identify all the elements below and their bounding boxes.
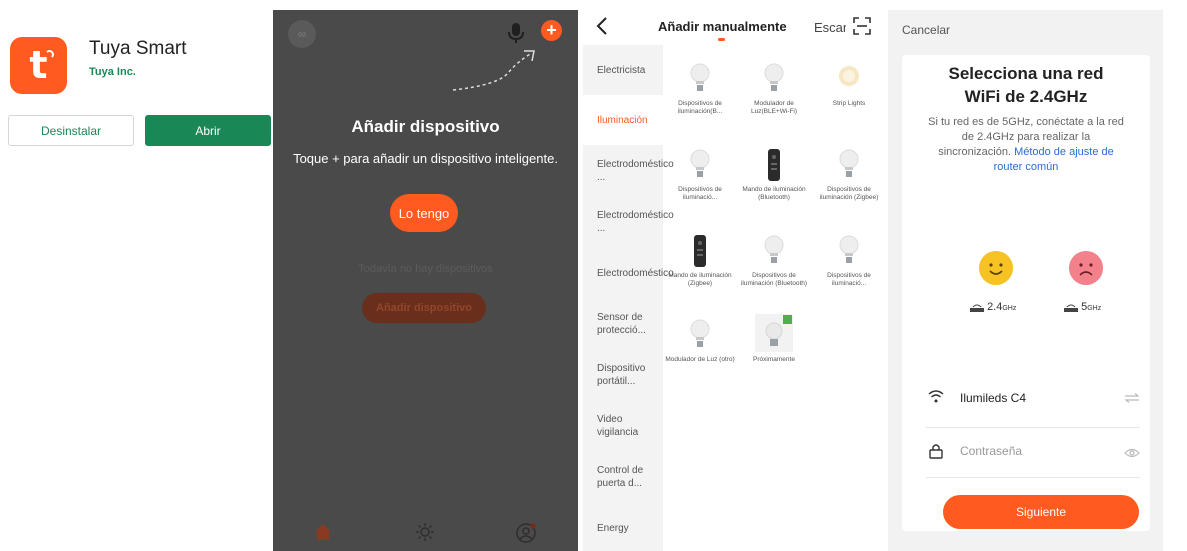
uninstall-button[interactable]: Desinstalar <box>8 115 134 146</box>
category-item[interactable]: Control de puerta d... <box>583 452 663 502</box>
device-tile[interactable]: Mando de iluminación (Bluetooth) <box>738 148 810 202</box>
device-tile[interactable]: Dispositivos de iluminación (Bluetooth) <box>738 234 810 288</box>
add-device-button[interactable]: Añadir dispositivo <box>362 293 486 323</box>
open-button[interactable]: Abrir <box>145 115 271 146</box>
router-icon <box>970 304 984 312</box>
onboarding-subtitle: Toque + para añadir un dispositivo intel… <box>293 151 558 166</box>
back-chevron-icon[interactable] <box>595 15 609 37</box>
router-icon <box>1064 304 1078 312</box>
device-tile[interactable]: Strip Lights <box>813 62 885 108</box>
app-name: Tuya Smart <box>89 38 187 59</box>
device-tile[interactable]: Mando de iluminación (Zigbee) <box>664 234 736 288</box>
scan-icon[interactable] <box>853 17 871 35</box>
category-item[interactable]: Electricista <box>583 45 663 95</box>
onboarding-panel: ∞ + Añadir dispositivo Toque + para añad… <box>273 10 578 551</box>
category-item-active[interactable]: Iluminación <box>583 95 663 145</box>
divider <box>926 477 1140 478</box>
onboarding-title: Añadir dispositivo <box>351 117 500 136</box>
device-label: Modulador de Luz(BLE+Wi-Fi) <box>750 100 798 115</box>
store-listing-panel: t Tuya Smart Tuya Inc. Desinstalar Abrir <box>0 0 273 551</box>
light-bulb-icon <box>690 149 710 177</box>
device-label: Mando de iluminación (Bluetooth) <box>742 186 806 201</box>
lock-icon <box>929 444 943 459</box>
device-tile[interactable]: Dispositivos de iluminació... <box>813 234 885 288</box>
developer-link[interactable]: Tuya Inc. <box>89 66 136 78</box>
device-label: Dispositivos de iluminació... <box>678 186 722 201</box>
wifi-icon <box>928 390 944 403</box>
band-unit: GHz <box>1002 305 1017 312</box>
tuya-logo-icon: t <box>10 37 67 94</box>
device-tile[interactable]: Dispositivos de iluminació... <box>664 148 736 202</box>
device-tile[interactable]: Dispositivos de iluminación(B... <box>664 62 736 116</box>
microphone-icon[interactable] <box>507 22 525 44</box>
category-item[interactable]: Electrodoméstico ... <box>583 146 674 196</box>
add-manually-panel: Añadir manualmente Escanear Electricista… <box>578 0 885 551</box>
wifi-card: Selecciona una red WiFi de 2.4GHz Si tu … <box>902 55 1150 531</box>
scene-icon[interactable] <box>415 522 435 542</box>
device-label: Modulador de Luz (otro) <box>665 356 735 363</box>
light-bulb-icon <box>690 63 710 91</box>
light-bulb-icon <box>764 63 784 91</box>
device-tile[interactable]: Próximamente <box>738 314 810 364</box>
device-label: Dispositivos de iluminación (Bluetooth) <box>740 272 808 287</box>
device-label: Próximamente <box>753 356 795 363</box>
band-5ghz: 5GHz <box>1064 301 1101 313</box>
device-tile[interactable]: Dispositivos de iluminación (Zigbee) <box>813 148 885 202</box>
add-device-plus-icon[interactable]: + <box>541 20 562 41</box>
category-item[interactable]: Electrodoméstico ... <box>583 197 674 247</box>
category-item[interactable]: Sensor de protecció... <box>583 299 663 349</box>
light-bulb-icon <box>839 149 859 177</box>
device-tile[interactable]: Modulador de Luz(BLE+Wi-Fi) <box>738 62 810 116</box>
remote-control-icon <box>694 235 706 267</box>
light-bulb-icon <box>764 235 784 263</box>
category-sidebar: Electricista Iluminación Electrodoméstic… <box>583 45 674 551</box>
band-value: 2.4 <box>987 301 1003 313</box>
device-label: Mando de iluminación (Zigbee) <box>668 272 732 287</box>
add-manually-tab[interactable]: Añadir manualmente <box>658 19 787 34</box>
password-input[interactable] <box>960 444 1110 458</box>
eye-icon[interactable] <box>1124 448 1140 458</box>
next-button[interactable]: Siguiente <box>943 495 1139 529</box>
wifi-description: Si tu red es de 5GHz, conéctate a la red… <box>924 115 1128 175</box>
switch-network-icon[interactable] <box>1124 393 1140 403</box>
wifi-ssid-field[interactable]: Ilumileds C4 <box>960 391 1026 405</box>
coming-soon-bulb-icon <box>755 314 793 352</box>
cancel-link[interactable]: Cancelar <box>902 23 950 37</box>
sad-face-icon <box>1069 251 1103 285</box>
band-unit: GHz <box>1087 305 1102 312</box>
hint-arrow-icon <box>452 50 535 91</box>
got-it-button[interactable]: Lo tengo <box>390 194 458 232</box>
category-item[interactable]: Electrodoméstico <box>583 248 674 298</box>
wifi-setup-panel: Cancelar Selecciona una red WiFi de 2.4G… <box>888 10 1163 551</box>
home-selector-icon[interactable]: ∞ <box>288 20 316 48</box>
category-item[interactable]: Energy <box>583 503 663 551</box>
category-item[interactable]: Video vigilancia <box>583 401 663 451</box>
router-help-link[interactable]: Método de ajuste de router común <box>994 146 1114 173</box>
category-item[interactable]: Dispositivo portátil... <box>583 350 663 400</box>
active-tab-indicator <box>718 38 725 41</box>
wifi-title: Selecciona una red WiFi de 2.4GHz <box>948 64 1104 106</box>
device-label: Dispositivos de iluminación(B... <box>677 100 723 115</box>
happy-face-icon <box>979 251 1013 285</box>
strip-light-icon <box>839 66 859 86</box>
device-label: Dispositivos de iluminación (Zigbee) <box>819 186 879 201</box>
home-icon[interactable] <box>313 522 333 542</box>
scan-tab[interactable]: Escanear <box>814 20 846 35</box>
remote-control-icon <box>768 149 780 181</box>
empty-state-text: Todavía no hay dispositivos <box>358 263 493 275</box>
light-bulb-icon <box>839 235 859 263</box>
divider <box>926 427 1140 428</box>
device-label: Dispositivos de iluminació... <box>827 272 871 287</box>
profile-icon[interactable] <box>515 522 537 544</box>
device-label: Strip Lights <box>832 100 866 107</box>
device-tile[interactable]: Modulador de Luz (otro) <box>664 318 736 364</box>
band-2-4ghz: 2.4GHz <box>970 301 1016 313</box>
light-bulb-icon <box>690 319 710 347</box>
